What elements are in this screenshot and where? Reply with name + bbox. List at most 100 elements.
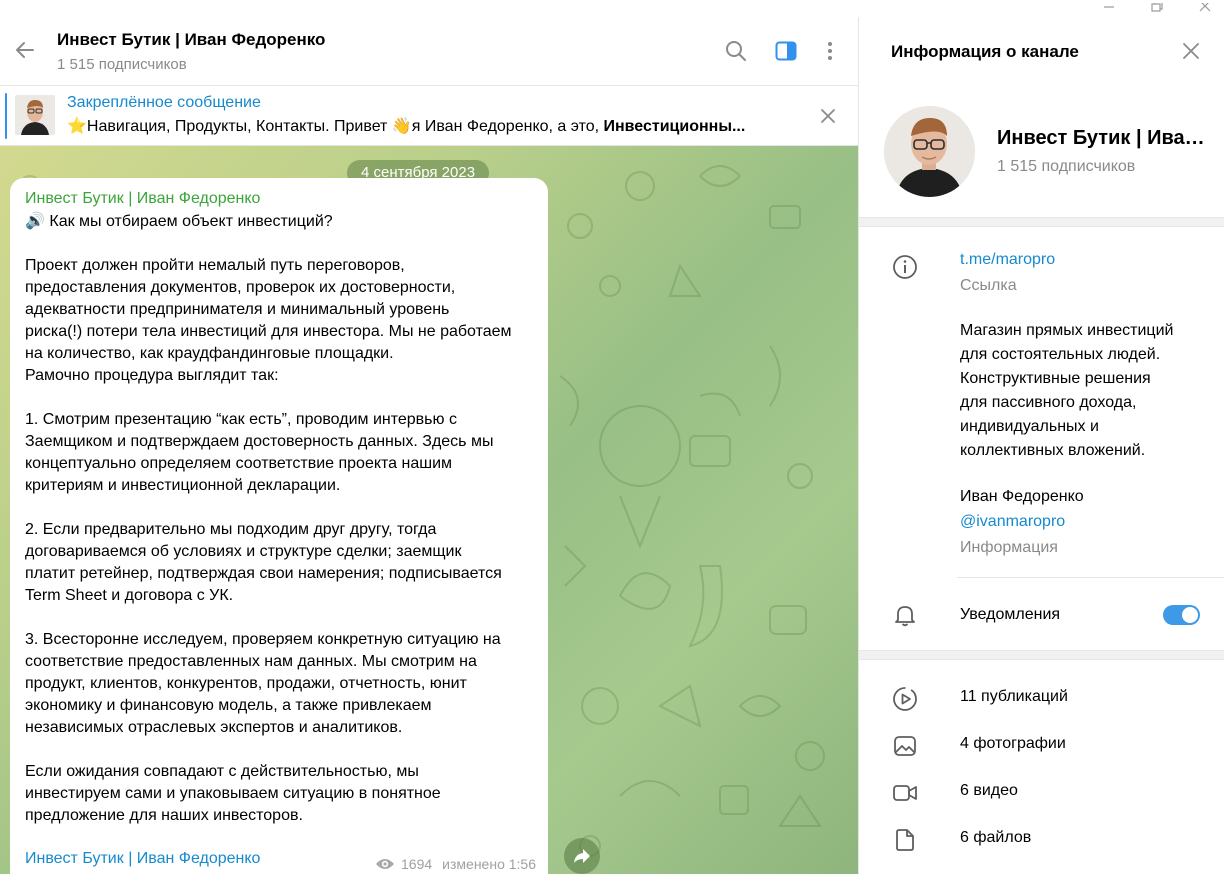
message-line: 3. Всесторонне исследуем, проверяем конк… xyxy=(25,631,501,648)
channel-name: Инвест Бутик | Иван Федоренко xyxy=(997,127,1212,149)
pinned-thumbnail xyxy=(15,95,55,135)
message-author[interactable]: Инвест Бутик | Иван Федоренко xyxy=(25,190,260,208)
message-line: платит ретейнер, подтверждая свои намере… xyxy=(25,565,502,582)
more-options-button[interactable] xyxy=(816,37,844,65)
close-icon xyxy=(821,109,835,123)
pinned-label: Закреплённое сообщение xyxy=(67,94,261,111)
channel-info-panel: Информация о канале Инвест Бутик | Иван … xyxy=(858,17,1224,874)
stat-photos[interactable]: 4 фотографии xyxy=(960,735,1066,753)
message-line: договариваемся об условиях и структуре с… xyxy=(25,543,462,560)
message-line: 2. Если предварительно мы подходим друг … xyxy=(25,521,437,538)
message-line: инвестируем сами и упаковываем ситуацию … xyxy=(25,785,441,802)
maximize-window-button[interactable] xyxy=(1134,0,1180,17)
message-line: критериям и инвестиционной декларации. xyxy=(25,477,341,494)
message-line: Term Sheet и договора с УК. xyxy=(25,587,234,604)
close-icon xyxy=(1199,2,1211,11)
pinned-message-bar[interactable]: Закреплённое сообщение ⭐Навигация, Проду… xyxy=(0,86,858,146)
message-line: 1. Смотрим презентацию “как есть”, прово… xyxy=(25,411,457,428)
message-signature-link[interactable]: Инвест Бутик | Иван Федоренко xyxy=(25,850,260,868)
window-titlebar xyxy=(0,0,1224,17)
back-button[interactable] xyxy=(10,35,40,65)
message-line: соответствие предоставленных нам данных.… xyxy=(25,653,477,670)
edited-time: изменено 1:56 xyxy=(442,856,536,872)
message-line xyxy=(25,497,540,519)
row-divider xyxy=(957,577,1224,578)
message-line: независимых отраслевых экспертов и анали… xyxy=(25,719,403,736)
play-circle-icon xyxy=(893,687,917,711)
arrow-left-icon xyxy=(16,42,34,58)
search-button[interactable] xyxy=(722,37,750,65)
toggle-knob xyxy=(1182,607,1198,623)
stat-posts[interactable]: 11 публикаций xyxy=(960,688,1068,706)
pinned-indicator xyxy=(5,93,7,139)
channel-subscriber-count: 1 515 подписчиков xyxy=(997,158,1136,175)
description-line: индивидуальных и xyxy=(960,418,1099,435)
file-icon xyxy=(896,829,914,851)
link-caption: Ссылка xyxy=(960,277,1017,294)
info-icon xyxy=(893,255,917,279)
message-line: предложение для наших инвесторов. xyxy=(25,807,303,824)
message-line xyxy=(25,387,540,409)
unpin-button[interactable] xyxy=(814,102,842,130)
stat-files[interactable]: 6 файлов xyxy=(960,829,1031,847)
files-icon-wrapper xyxy=(891,826,919,854)
video-camera-icon xyxy=(893,785,917,801)
description-line: для состоятельных людей. xyxy=(960,346,1161,363)
message-line: Рамочно процедура выглядит так: xyxy=(25,367,279,384)
minimize-window-button[interactable] xyxy=(1086,0,1132,17)
close-info-panel-button[interactable] xyxy=(1177,37,1205,65)
section-separator xyxy=(859,217,1224,227)
photos-icon-wrapper xyxy=(891,732,919,760)
info-panel-title: Информация о канале xyxy=(891,42,1079,61)
message-line xyxy=(25,233,540,255)
pinned-text: ⭐Навигация, Продукты, Контакты. Привет 👋… xyxy=(67,118,746,135)
sidebar-panel-icon xyxy=(775,41,797,61)
videos-icon-wrapper xyxy=(891,779,919,807)
close-icon xyxy=(1183,43,1199,59)
message-text: 🔊 Как мы отбираем объект инвестиций? Про… xyxy=(25,211,540,827)
username-link[interactable]: @ivanmaropro xyxy=(960,513,1065,531)
chat-title[interactable]: Инвест Бутик | Иван Федоренко xyxy=(57,30,325,50)
view-count: 1694 xyxy=(401,856,433,872)
description-line: для пассивного дохода, xyxy=(960,394,1137,411)
stat-videos[interactable]: 6 видео xyxy=(960,782,1018,800)
message-line: адекватности предпринимателя и минимальн… xyxy=(25,301,450,318)
description-line: коллективных вложений. xyxy=(960,442,1146,459)
chat-panel: Инвест Бутик | Иван Федоренко 1 515 подп… xyxy=(0,17,858,874)
description-line: Магазин прямых инвестиций xyxy=(960,322,1174,339)
more-vertical-icon xyxy=(828,42,832,60)
share-arrow-icon xyxy=(574,849,590,863)
search-icon xyxy=(726,41,746,61)
channel-link[interactable]: t.me/maropro xyxy=(960,251,1055,269)
info-icon-wrapper xyxy=(891,253,919,281)
description-line xyxy=(960,463,1210,485)
toggle-info-panel-button[interactable] xyxy=(772,37,800,65)
info-caption: Информация xyxy=(960,539,1058,556)
message-line: экономику и финансовую модель, а также п… xyxy=(25,697,432,714)
posts-icon-wrapper xyxy=(891,685,919,713)
forward-message-button[interactable] xyxy=(564,838,600,874)
message-line: концептуально определяем соответствие пр… xyxy=(25,455,453,472)
notifications-toggle[interactable] xyxy=(1163,605,1200,625)
message-bubble[interactable]: Инвест Бутик | Иван Федоренко 🔊 Как мы о… xyxy=(10,178,548,874)
section-separator xyxy=(859,650,1224,660)
description-line: Конструктивные решения xyxy=(960,370,1151,387)
notifications-label: Уведомления xyxy=(960,606,1061,623)
photo-icon xyxy=(894,736,916,756)
message-line: на количество, как краудфандинговые площ… xyxy=(25,345,394,362)
chat-wallpaper: 4 сентября 2023 Инвест Бутик | Иван Федо… xyxy=(0,146,858,874)
message-line: 🔊 Как мы отбираем объект инвестиций? xyxy=(25,213,333,230)
chat-subscriber-count: 1 515 подписчиков xyxy=(57,56,187,73)
message-line: предоставления документов, проверок их д… xyxy=(25,279,456,296)
bell-icon-wrapper xyxy=(891,601,919,629)
bell-icon xyxy=(895,606,915,627)
message-line: Заемщиком и подтверждаем достоверность д… xyxy=(25,433,494,450)
person-photo-icon xyxy=(15,95,55,135)
restore-icon xyxy=(1151,2,1163,12)
channel-avatar[interactable] xyxy=(884,106,975,197)
person-photo-icon xyxy=(884,106,975,197)
eye-icon xyxy=(376,859,395,869)
message-line: Проект должен пройти немалый путь перего… xyxy=(25,257,405,274)
close-window-button[interactable] xyxy=(1182,0,1224,17)
message-line: риска(!) потери тела инвестиций для инве… xyxy=(25,323,512,340)
